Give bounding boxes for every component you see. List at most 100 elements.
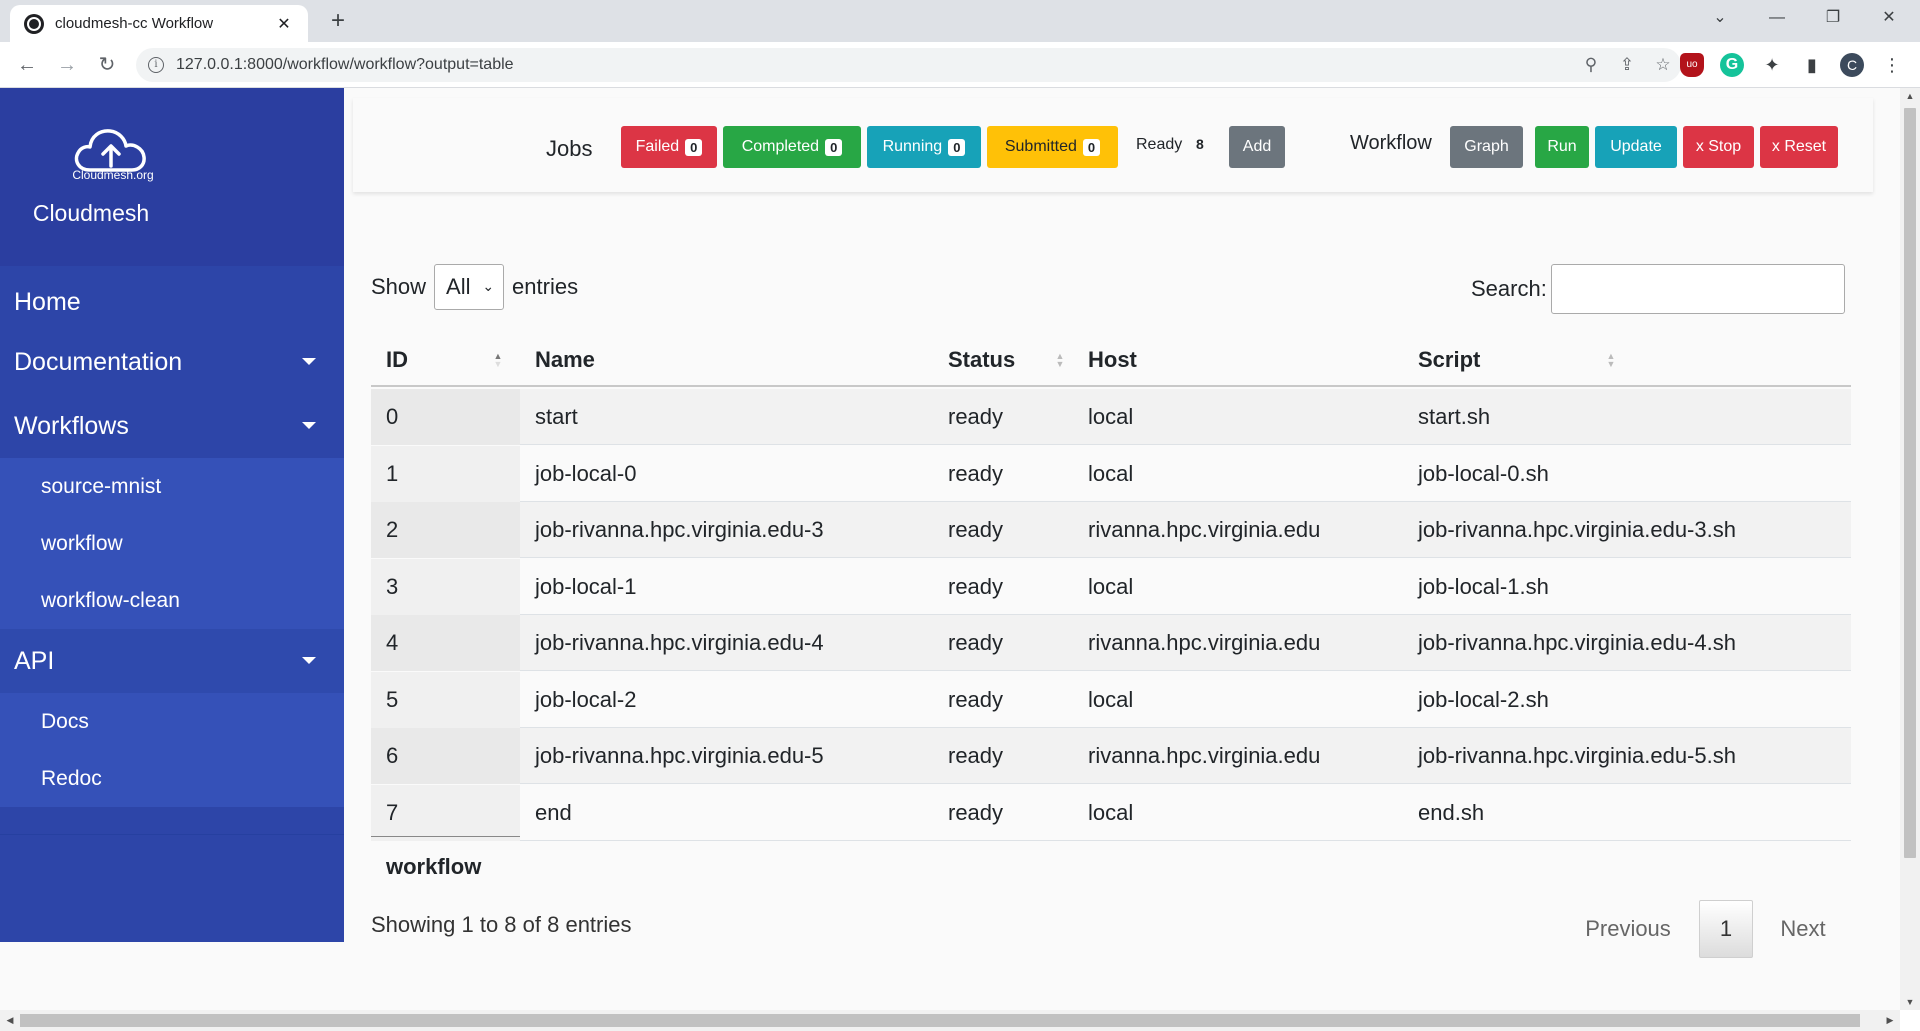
cell-name: job-local-0	[535, 460, 637, 486]
tab-search-dropdown-icon[interactable]: ⌄	[1693, 0, 1747, 38]
window-minimize-button[interactable]: —	[1750, 0, 1804, 38]
ublock-extension-icon[interactable]: uo	[1680, 53, 1704, 77]
cell-id: 5	[371, 671, 520, 728]
column-header-name[interactable]: Name ▲ ▼	[520, 332, 1064, 387]
table-row[interactable]: 0 start ready local start.sh	[371, 389, 1851, 445]
column-header-label: Script	[1418, 346, 1481, 372]
cell-status: ready	[948, 404, 1004, 429]
table-row[interactable]: 7 end ready local end.sh	[371, 784, 1851, 841]
cell-host: rivanna.hpc.virginia.edu	[1088, 630, 1321, 655]
scroll-left-arrow-icon[interactable]: ◀	[2, 1010, 18, 1031]
new-tab-button[interactable]: +	[323, 6, 353, 36]
stop-button[interactable]: x Stop	[1683, 126, 1754, 168]
cell-host: local	[1088, 799, 1134, 825]
sidebar-item-workflows[interactable]: Workflows	[0, 394, 344, 458]
sidebar-item-label: API	[14, 646, 55, 675]
column-header-label: ID	[386, 346, 408, 372]
vertical-scrollbar[interactable]: ▲ ▼	[1900, 88, 1920, 1010]
failed-count-badge: 0	[685, 138, 703, 156]
star-icon[interactable]: ☆	[1645, 55, 1681, 75]
show-label: Show	[371, 274, 427, 299]
profile-avatar[interactable]: C	[1840, 53, 1864, 77]
horizontal-scrollbar[interactable]: ◀ ▶	[0, 1010, 1900, 1031]
browser-tab[interactable]: cloudmesh-cc Workflow ✕	[10, 5, 308, 42]
completed-button[interactable]: Completed 0	[723, 126, 861, 168]
table-info: Showing 1 to 8 of 8 entries	[371, 912, 632, 937]
table-search: Search:	[1471, 264, 1845, 314]
workflows-submenu: source-mnist workflow workflow-clean	[0, 458, 344, 629]
failed-label: Failed	[635, 138, 680, 155]
table-row[interactable]: 4 job-rivanna.hpc.virginia.edu-4 ready riva…	[371, 615, 1851, 671]
column-header-script[interactable]: Script ▲▼	[1403, 332, 1851, 387]
table-row[interactable]: 2 job-rivanna.hpc.virginia.edu-3 ready riva…	[371, 502, 1851, 558]
url-text[interactable]: 127.0.0.1:8000/workflow/workflow?output=…	[176, 56, 1573, 74]
sidebar-subitem-source-mnist[interactable]: source-mnist	[0, 458, 344, 515]
search-input[interactable]	[1550, 264, 1845, 314]
cell-status: ready	[948, 743, 1004, 768]
pagination-next[interactable]: Next	[1766, 900, 1840, 958]
cell-script: job-local-0.sh	[1418, 460, 1549, 486]
back-arrow-icon[interactable]: ←	[12, 50, 42, 80]
sidebar-subitem-redoc[interactable]: Redoc	[0, 750, 344, 807]
sidebar-item-api[interactable]: API	[0, 629, 344, 693]
entries-select[interactable]: All ⌄	[434, 264, 505, 310]
reload-icon[interactable]: ↻	[92, 50, 122, 80]
submitted-count-badge: 0	[1082, 138, 1101, 156]
scroll-up-arrow-icon[interactable]: ▲	[1900, 88, 1920, 104]
sidebar-subitem-docs[interactable]: Docs	[0, 693, 344, 750]
failed-button[interactable]: Failed 0	[621, 126, 717, 168]
window-restore-button[interactable]: ❐	[1806, 0, 1860, 38]
table-row[interactable]: 3 job-local-1 ready local job-local-1.sh	[371, 558, 1851, 615]
share-icon[interactable]: ⇪	[1609, 55, 1645, 75]
grammarly-extension-icon[interactable]: G	[1720, 53, 1744, 77]
cell-script: job-rivanna.hpc.virginia.edu-4.sh	[1418, 630, 1736, 655]
sidebar-brand[interactable]: Cloudmesh.org Cloudmesh	[0, 88, 344, 266]
table-row[interactable]: 6 job-rivanna.hpc.virginia.edu-5 ready riva…	[371, 728, 1851, 784]
column-header-host[interactable]: Host ▲▼	[1073, 332, 1403, 387]
horizontal-scroll-thumb[interactable]	[20, 1014, 1860, 1027]
cell-id: 6	[371, 728, 520, 784]
table-row[interactable]: 1 job-local-0 ready local job-local-0.sh	[371, 445, 1851, 502]
puzzle-icon[interactable]: ✦	[1760, 53, 1784, 77]
table-row[interactable]: 5 job-local-2 ready local job-local-2.sh	[371, 671, 1851, 728]
column-header-status[interactable]: Status ▲ ▼	[933, 332, 1615, 387]
reset-button[interactable]: x Reset	[1760, 126, 1838, 168]
sort-asc-icon: ▲ ▼	[493, 351, 503, 369]
pagination-previous[interactable]: Previous	[1570, 900, 1686, 958]
browser-toolbar: ← → ↻ i 127.0.0.1:8000/workflow/workflow…	[0, 42, 1920, 88]
submitted-button[interactable]: Submitted 0	[987, 126, 1118, 168]
column-header-id[interactable]: ID ▲ ▼	[371, 332, 520, 387]
caret-down-icon	[302, 422, 316, 429]
cell-script: job-local-1.sh	[1418, 573, 1549, 599]
pagination-page-1[interactable]: 1	[1699, 900, 1753, 958]
zoom-icon[interactable]: ⚲	[1573, 55, 1609, 75]
update-button[interactable]: Update	[1595, 126, 1677, 168]
scroll-down-arrow-icon[interactable]: ▼	[1900, 994, 1920, 1010]
submitted-label: Submitted	[1004, 138, 1077, 155]
sidebar-item-label: Home	[14, 287, 81, 316]
side-panel-icon[interactable]: ▮	[1800, 53, 1824, 77]
address-bar[interactable]: i 127.0.0.1:8000/workflow/workflow?outpu…	[136, 48, 1681, 82]
forward-arrow-icon[interactable]: →	[52, 50, 82, 80]
run-button[interactable]: Run	[1535, 126, 1589, 168]
sidebar-item-documentation[interactable]: Documentation	[0, 330, 344, 394]
tab-close-icon[interactable]: ✕	[274, 14, 294, 34]
sidebar-subitem-workflow[interactable]: workflow	[0, 515, 344, 572]
add-button[interactable]: Add	[1229, 126, 1285, 168]
sidebar-subitem-workflow-clean[interactable]: workflow-clean	[0, 572, 344, 629]
running-count-badge: 0	[948, 138, 966, 156]
kebab-menu-icon[interactable]: ⋮	[1880, 53, 1904, 77]
scroll-right-arrow-icon[interactable]: ▶	[1882, 1010, 1898, 1031]
column-header-label: Host	[1088, 346, 1137, 372]
window-close-button[interactable]: ✕	[1862, 0, 1916, 38]
entries-select-value: All	[446, 274, 471, 299]
sidebar-item-home[interactable]: Home	[0, 274, 344, 330]
site-info-icon[interactable]: i	[148, 57, 164, 73]
vertical-scroll-thumb[interactable]	[1904, 108, 1916, 858]
brand-name: Cloudmesh	[32, 200, 150, 226]
cell-status: ready	[948, 460, 1004, 486]
table-caption: workflow	[386, 854, 482, 879]
running-button[interactable]: Running 0	[867, 126, 981, 168]
cell-id: 1	[371, 445, 520, 502]
graph-button[interactable]: Graph	[1450, 126, 1523, 168]
